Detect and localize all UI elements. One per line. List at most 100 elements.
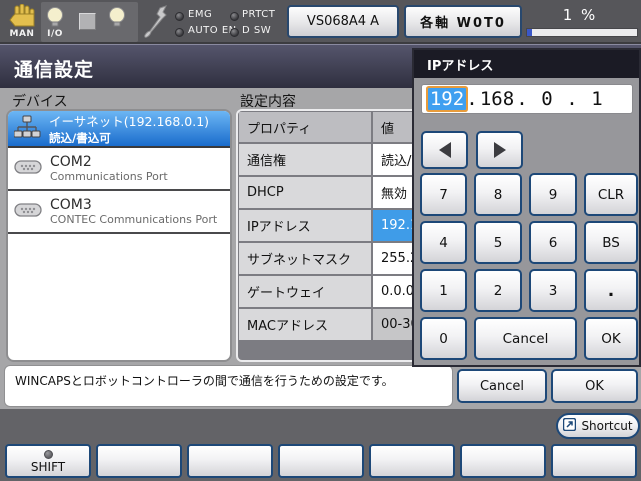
auto-en-led bbox=[175, 28, 184, 37]
settings-table: プロパティ 値 通信権 読込/ DHCP 無効 IPアドレス 192.16 サブ… bbox=[236, 109, 420, 362]
lamp-bulb-icon[interactable] bbox=[108, 6, 126, 34]
description-box: WINCAPSとロボットコントローラの間で通信を行うための設定です。 bbox=[4, 365, 453, 407]
ethernet-icon bbox=[13, 115, 41, 143]
table-row[interactable]: DHCP 無効 bbox=[239, 177, 417, 208]
ip-address-dialog: IPアドレス 192 . 168 . 0 . 1 7 8 9 CLR 4 5 6… bbox=[412, 48, 641, 367]
device-item-com2[interactable]: COM2 Communications Port bbox=[8, 148, 230, 191]
device-desc: CONTEC Communications Port bbox=[50, 213, 218, 226]
emg-led bbox=[175, 12, 184, 21]
ip-octet[interactable]: 0 bbox=[528, 88, 566, 110]
property-cell: MACアドレス bbox=[239, 309, 371, 340]
table-row[interactable]: ゲートウェイ 0.0.0. bbox=[239, 276, 417, 307]
key-0[interactable]: 0 bbox=[420, 317, 467, 360]
device-item-com3[interactable]: COM3 CONTEC Communications Port bbox=[8, 191, 230, 234]
value-cell[interactable]: 0.0.0. bbox=[373, 276, 417, 307]
serial-port-icon bbox=[14, 159, 42, 178]
table-row[interactable]: 通信権 読込/ bbox=[239, 144, 417, 175]
ip-octet[interactable]: 168 bbox=[478, 88, 516, 110]
device-section-label: デバイス bbox=[12, 94, 68, 110]
key-7[interactable]: 7 bbox=[420, 173, 467, 216]
key-1[interactable]: 1 bbox=[420, 269, 467, 312]
device-name: COM3 bbox=[50, 197, 92, 213]
emg-label: EMG bbox=[188, 9, 213, 20]
ip-dot: . bbox=[466, 88, 478, 110]
column-header-property: プロパティ bbox=[239, 112, 371, 142]
d-sw-label: D SW bbox=[242, 25, 272, 36]
device-access: 読込/書込可 bbox=[49, 131, 111, 145]
value-cell[interactable]: 255.25 bbox=[373, 243, 417, 274]
function-key-5[interactable] bbox=[369, 444, 455, 478]
key-dot[interactable]: . bbox=[584, 269, 638, 312]
value-cell-selected[interactable]: 192.16 bbox=[373, 210, 417, 241]
top-toolbar: MAN I/O EMG PRTCT AUTO EN D SW VS068A4 A… bbox=[0, 0, 641, 44]
key-8[interactable]: 8 bbox=[474, 173, 522, 216]
function-key-2[interactable] bbox=[96, 444, 182, 478]
prtct-led bbox=[230, 12, 239, 21]
key-backspace[interactable]: BS bbox=[584, 221, 638, 264]
property-cell: DHCP bbox=[239, 177, 371, 208]
ip-address-input[interactable]: 192 . 168 . 0 . 1 bbox=[421, 84, 633, 114]
page-title: 通信設定 bbox=[14, 59, 95, 81]
keypad-ok-button[interactable]: OK bbox=[584, 317, 638, 360]
table-row[interactable]: サブネットマスク 255.25 bbox=[239, 243, 417, 274]
property-cell: サブネットマスク bbox=[239, 243, 371, 274]
wrench-icon[interactable] bbox=[142, 4, 170, 46]
key-2[interactable]: 2 bbox=[474, 269, 522, 312]
stop-square-icon[interactable] bbox=[79, 13, 96, 30]
man-label: MAN bbox=[9, 29, 35, 39]
device-name: COM2 bbox=[50, 154, 92, 170]
shortcut-button[interactable]: Shortcut bbox=[556, 413, 640, 439]
speed-progress-bar bbox=[526, 28, 638, 37]
d-sw-led bbox=[230, 28, 239, 37]
property-cell: ゲートウェイ bbox=[239, 276, 371, 307]
shortcut-label: Shortcut bbox=[581, 419, 633, 433]
property-cell: 通信権 bbox=[239, 144, 371, 175]
key-3[interactable]: 3 bbox=[529, 269, 577, 312]
prtct-label: PRTCT bbox=[242, 9, 276, 20]
left-arrow-button[interactable] bbox=[421, 131, 468, 169]
ip-octet[interactable]: 1 bbox=[578, 88, 616, 110]
settings-section-label: 設定内容 bbox=[240, 94, 296, 110]
cancel-button[interactable]: Cancel bbox=[457, 369, 547, 403]
device-name: イーサネット(192.168.0.1) bbox=[49, 114, 210, 129]
function-key-7[interactable] bbox=[551, 444, 637, 478]
function-key-4[interactable] bbox=[278, 444, 364, 478]
shift-label: SHIFT bbox=[30, 460, 66, 474]
table-row[interactable]: MACアドレス 00-30 bbox=[239, 309, 417, 340]
speed-progress-fill bbox=[527, 29, 532, 36]
device-desc: Communications Port bbox=[50, 170, 168, 183]
ok-button[interactable]: OK bbox=[551, 369, 638, 403]
shift-led-icon bbox=[43, 450, 53, 459]
ip-dot: . bbox=[516, 88, 528, 110]
ip-octet-selected[interactable]: 192 bbox=[428, 88, 466, 110]
table-header-row: プロパティ 値 bbox=[239, 112, 417, 142]
function-key-6[interactable] bbox=[460, 444, 546, 478]
table-row-selected[interactable]: IPアドレス 192.16 bbox=[239, 210, 417, 241]
key-4[interactable]: 4 bbox=[420, 221, 467, 264]
right-arrow-button[interactable] bbox=[476, 131, 523, 169]
value-cell-readonly: 00-30 bbox=[373, 309, 417, 340]
key-clear[interactable]: CLR bbox=[584, 173, 638, 216]
shortcut-arrow-icon bbox=[563, 417, 577, 434]
manual-mode-hand-icon[interactable] bbox=[7, 3, 39, 30]
keypad-cancel-button[interactable]: Cancel bbox=[474, 317, 577, 360]
io-label: I/O bbox=[47, 29, 63, 39]
axis-mode-button[interactable]: 各軸 W0T0 bbox=[404, 5, 522, 38]
device-list: イーサネット(192.168.0.1) 読込/書込可 COM2 Communic… bbox=[6, 109, 232, 362]
key-9[interactable]: 9 bbox=[529, 173, 577, 216]
right-arrow-icon bbox=[493, 142, 506, 158]
key-5[interactable]: 5 bbox=[474, 221, 522, 264]
value-cell[interactable]: 無効 bbox=[373, 177, 417, 208]
function-key-3[interactable] bbox=[187, 444, 273, 478]
dialog-title: IPアドレス bbox=[414, 50, 639, 78]
numeric-keypad: 7 8 9 CLR 4 5 6 BS 1 2 3 . 0 Cancel OK bbox=[420, 173, 638, 360]
robot-type-button[interactable]: VS068A4 A bbox=[287, 5, 399, 38]
key-6[interactable]: 6 bbox=[529, 221, 577, 264]
value-cell[interactable]: 読込/ bbox=[373, 144, 417, 175]
property-cell: IPアドレス bbox=[239, 210, 371, 241]
function-key-shift[interactable]: SHIFT bbox=[5, 444, 91, 478]
speed-percent: 1 % bbox=[562, 6, 598, 24]
serial-port-icon bbox=[14, 202, 42, 221]
device-item-ethernet[interactable]: イーサネット(192.168.0.1) 読込/書込可 bbox=[8, 111, 230, 148]
column-header-value: 値 bbox=[373, 112, 417, 142]
